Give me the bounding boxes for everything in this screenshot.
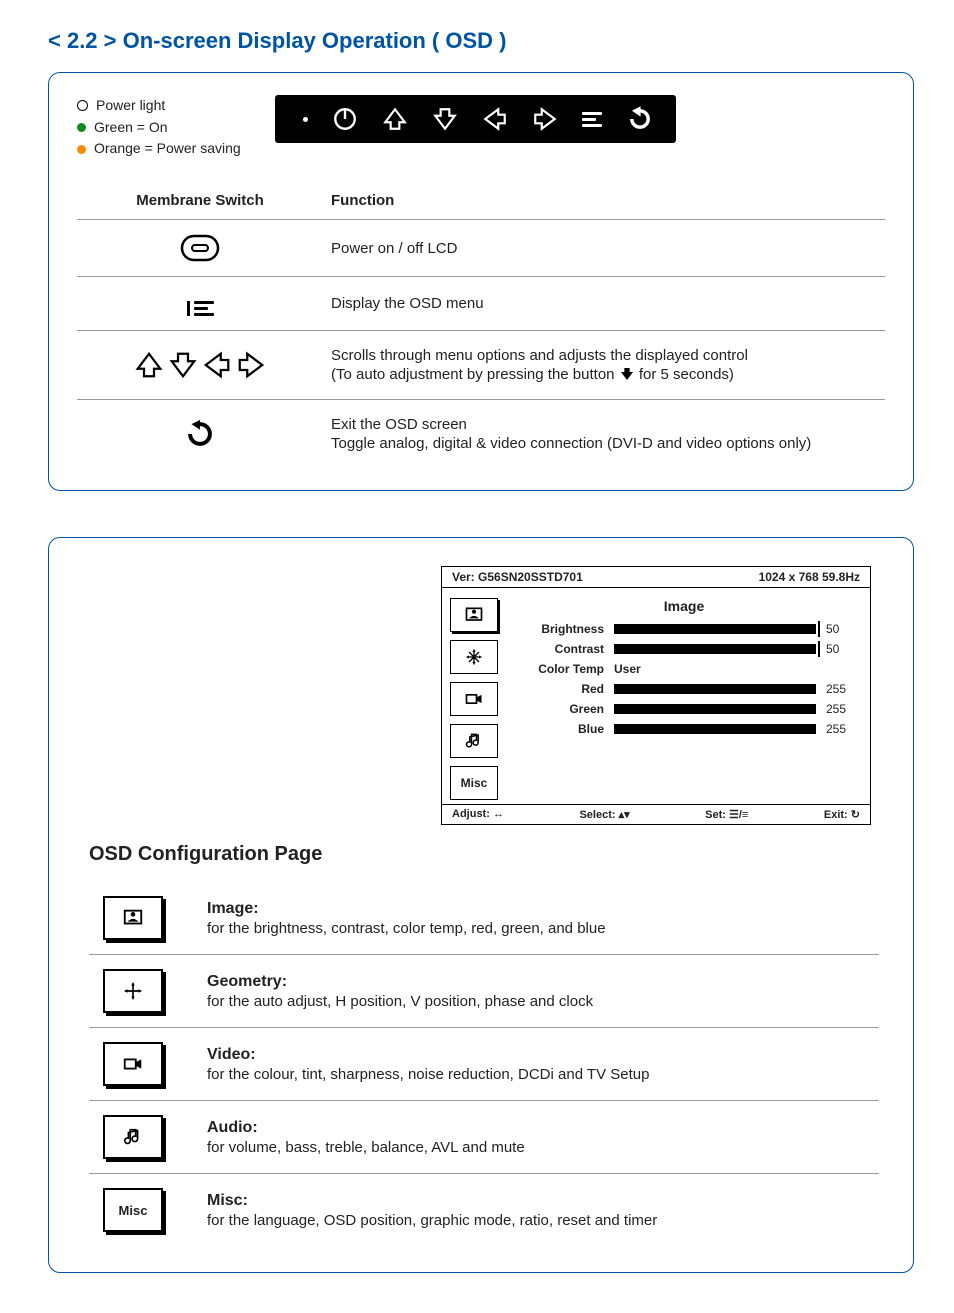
- osd-resolution: 1024 x 768 59.8Hz: [759, 570, 860, 584]
- power-button-icon: [180, 234, 220, 262]
- arrow-down-icon: [168, 350, 198, 380]
- fn-arrows-line1: Scrolls through menu options and adjusts…: [331, 347, 877, 364]
- legend-green: Green = On: [94, 117, 168, 139]
- arrow-left-icon: [482, 106, 508, 132]
- membrane-button-strip: [275, 95, 676, 143]
- image-icon: [103, 896, 163, 940]
- osd-item-value: 255: [826, 682, 860, 696]
- cfg-head: Image:: [207, 900, 606, 918]
- osd-item-label: Contrast: [508, 642, 604, 656]
- osd-item-label: Brightness: [508, 622, 604, 636]
- fn-arrows-line2: (To auto adjustment by pressing the butt…: [331, 366, 877, 383]
- osd-footer-set: Set: ☰/≡: [705, 808, 748, 821]
- audio-icon: [464, 731, 484, 751]
- osd-item-value: 50: [826, 642, 860, 656]
- osd-tab-image: [450, 598, 498, 632]
- osd-screenshot: Ver: G56SN20SSTD701 1024 x 768 59.8Hz Mi…: [441, 566, 871, 825]
- menu-icon: [187, 301, 214, 316]
- power-light-legend: Power light Green = On Orange = Power sa…: [77, 95, 241, 160]
- cfg-row-misc: Misc Misc: for the language, OSD positio…: [89, 1174, 879, 1246]
- misc-icon: Misc: [103, 1188, 163, 1232]
- fn-menu: Display the OSD menu: [331, 295, 484, 312]
- switch-function-table: Membrane Switch Function Power on / off …: [77, 186, 885, 468]
- cfg-head: Video:: [207, 1046, 649, 1064]
- fn-exit-line1: Exit the OSD screen: [331, 416, 877, 433]
- exit-icon: [626, 105, 654, 133]
- osd-item-value: User: [614, 662, 860, 676]
- video-icon: [103, 1042, 163, 1086]
- osd-category-title: Image: [508, 598, 860, 614]
- cfg-sub: for the colour, tint, sharpness, noise r…: [207, 1066, 649, 1083]
- osd-ver-label: Ver:: [452, 570, 475, 584]
- osd-footer-select: Select: ▴▾: [579, 808, 629, 821]
- cfg-row-image: Image: for the brightness, contrast, col…: [89, 882, 879, 955]
- arrow-right-icon: [236, 350, 266, 380]
- power-icon: [332, 106, 358, 132]
- panel-osd-config: Ver: G56SN20SSTD701 1024 x 768 59.8Hz Mi…: [48, 537, 914, 1273]
- cfg-row-video: Video: for the colour, tint, sharpness, …: [89, 1028, 879, 1101]
- geometry-icon: [103, 969, 163, 1013]
- video-icon: [464, 689, 484, 709]
- legend-power-light: Power light: [96, 95, 165, 117]
- cfg-head: Geometry:: [207, 973, 593, 991]
- legend-orange: Orange = Power saving: [94, 138, 241, 160]
- cfg-sub: for the brightness, contrast, color temp…: [207, 920, 606, 937]
- osd-item-label: Red: [508, 682, 604, 696]
- osd-item-value: 255: [826, 722, 860, 736]
- osd-tab-video: [450, 682, 498, 716]
- table-row: Exit the OSD screen Toggle analog, digit…: [77, 400, 885, 469]
- cfg-head: Misc:: [207, 1192, 657, 1210]
- table-row: Power on / off LCD: [77, 220, 885, 277]
- osd-item-value: 50: [826, 622, 860, 636]
- osd-tab-geometry: [450, 640, 498, 674]
- cfg-sub: for the auto adjust, H position, V posit…: [207, 993, 593, 1010]
- osd-item-value: 255: [826, 702, 860, 716]
- exit-icon: [183, 417, 217, 451]
- dot-orange: [77, 145, 86, 154]
- osd-tab-audio: [450, 724, 498, 758]
- dot-outline: [77, 100, 88, 111]
- arrow-down-icon: [432, 106, 458, 132]
- osd-tab-misc: Misc: [450, 766, 498, 800]
- arrow-down-icon: [619, 366, 635, 382]
- table-row: Display the OSD menu: [77, 277, 885, 331]
- dot-green: [77, 123, 86, 132]
- osd-version: G56SN20SSTD701: [478, 570, 583, 584]
- osd-footer-exit: Exit: ↻: [824, 808, 860, 821]
- cfg-row-geometry: Geometry: for the auto adjust, H positio…: [89, 955, 879, 1028]
- osd-item-label: Blue: [508, 722, 604, 736]
- osd-item-label: Green: [508, 702, 604, 716]
- menu-icon: [582, 112, 602, 127]
- arrow-left-icon: [202, 350, 232, 380]
- fn-power: Power on / off LCD: [331, 240, 457, 257]
- col-header-function: Function: [323, 186, 885, 220]
- osd-item-label: Color Temp: [508, 662, 604, 676]
- geometry-icon: [464, 647, 484, 667]
- osd-footer-adjust: Adjust: ↔: [452, 808, 504, 821]
- audio-icon: [103, 1115, 163, 1159]
- cfg-row-audio: Audio: for volume, bass, treble, balance…: [89, 1101, 879, 1174]
- section-title: < 2.2 > On-screen Display Operation ( OS…: [48, 28, 914, 54]
- cfg-title: OSD Configuration Page: [89, 843, 879, 866]
- panel-membrane-switches: Power light Green = On Orange = Power sa…: [48, 72, 914, 491]
- fn-exit-line2: Toggle analog, digital & video connectio…: [331, 435, 877, 452]
- cfg-sub: for the language, OSD position, graphic …: [207, 1212, 657, 1229]
- col-header-switch: Membrane Switch: [77, 186, 323, 220]
- cfg-list: Image: for the brightness, contrast, col…: [89, 882, 879, 1246]
- arrow-up-icon: [134, 350, 164, 380]
- table-row: Scrolls through menu options and adjusts…: [77, 331, 885, 400]
- status-dot-icon: [303, 117, 308, 122]
- cfg-head: Audio:: [207, 1119, 525, 1137]
- arrow-right-icon: [532, 106, 558, 132]
- image-icon: [464, 605, 484, 625]
- arrow-up-icon: [382, 106, 408, 132]
- cfg-sub: for volume, bass, treble, balance, AVL a…: [207, 1139, 525, 1156]
